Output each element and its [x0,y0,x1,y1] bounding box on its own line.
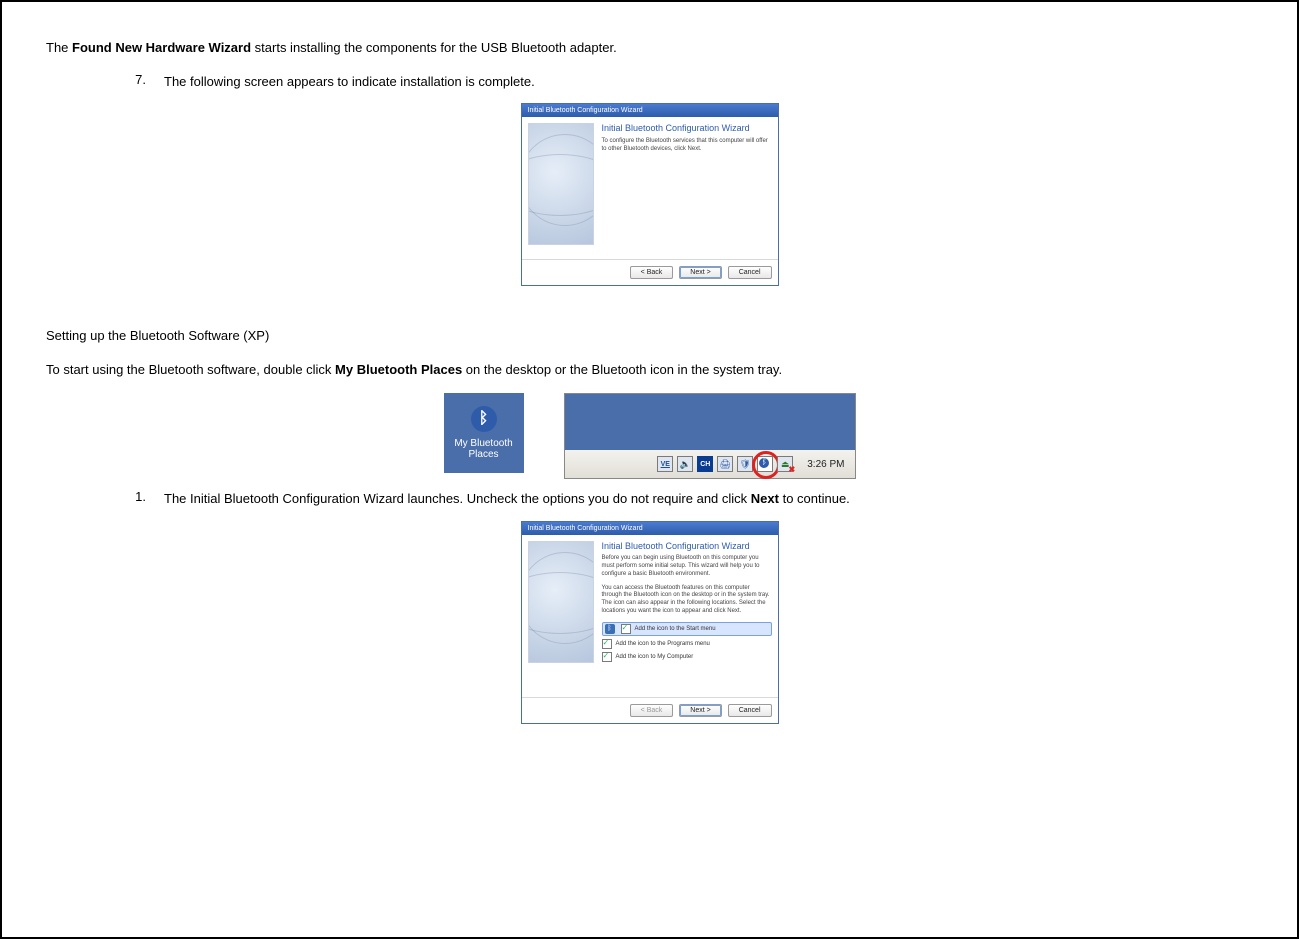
step-1-text-prefix: The Initial Bluetooth Configuration Wiza… [164,491,751,506]
intro-text-suffix: starts installing the components for the… [251,40,617,55]
section2-heading: Setting up the Bluetooth Software (XP) [46,326,1253,346]
wizard2-options: ᛒ Add the icon to the Start menu Add the… [602,622,772,662]
wizard1-cancel-button[interactable]: Cancel [728,266,772,279]
checkbox-icon[interactable] [621,624,631,634]
wizard2-graphic [528,541,594,663]
wizard1-graphic [528,123,594,245]
tray-safely-remove-icon[interactable]: ✖ [777,456,793,472]
section2-body-prefix: To start using the Bluetooth software, d… [46,362,335,377]
wizard2-next-button[interactable]: Next > [679,704,721,717]
bluetooth-icon: ᛒ [605,624,615,634]
wizard-dialog-2: Initial Bluetooth Configuration Wizard I… [521,521,779,724]
wizard2-option-my-computer[interactable]: Add the icon to My Computer [602,652,772,662]
step-7: 7. The following screen appears to indic… [46,72,1253,92]
wizard1-back-button[interactable]: < Back [630,266,674,279]
wizard1-heading: Initial Bluetooth Configuration Wizard [602,123,772,134]
wizard1-titlebar: Initial Bluetooth Configuration Wizard [522,104,778,117]
section2-body: To start using the Bluetooth software, d… [46,360,1253,380]
wizard1-subtext: To configure the Bluetooth services that… [602,138,772,154]
figure-icon-and-tray: ᛒ My Bluetooth Places VE CH ✖ 3:26 PM [46,393,1253,479]
desktop-background-strip [565,394,855,450]
bluetooth-icon: ᛒ [471,406,497,432]
checkbox-icon[interactable] [602,652,612,662]
tray-clock: 3:26 PM [807,459,844,470]
tray-lang-icon[interactable]: CH [697,456,713,472]
figure-wizard-options: Initial Bluetooth Configuration Wizard I… [46,521,1253,724]
intro-text-prefix: The [46,40,72,55]
intro-text-bold: Found New Hardware Wizard [72,40,251,55]
step-1-number: 1. [126,489,146,504]
tray-printer-icon[interactable] [717,456,733,472]
step-1-text-bold: Next [751,491,779,506]
tray-bluetooth-icon[interactable] [757,456,773,472]
wizard2-subtext-2: You can access the Bluetooth features on… [602,585,772,616]
step-7-number: 7. [126,72,146,87]
section2-body-suffix: on the desktop or the Bluetooth icon in … [462,362,782,377]
wizard2-option-2-label: Add the icon to the Programs menu [616,641,710,647]
tray-ime-icon[interactable]: VE [657,456,673,472]
desktop-icon-label: My Bluetooth Places [454,438,512,460]
section2-body-bold: My Bluetooth Places [335,362,462,377]
tray-security-icon[interactable] [737,456,753,472]
wizard2-option-programs-menu[interactable]: Add the icon to the Programs menu [602,639,772,649]
step-1-text: The Initial Bluetooth Configuration Wiza… [164,489,1253,509]
wizard2-heading: Initial Bluetooth Configuration Wizard [602,541,772,552]
system-tray-figure: VE CH ✖ 3:26 PM [564,393,856,479]
wizard-dialog-1: Initial Bluetooth Configuration Wizard I… [521,103,779,286]
wizard2-option-1-label: Add the icon to the Start menu [635,626,716,632]
figure-wizard-complete: Initial Bluetooth Configuration Wizard I… [46,103,1253,286]
step-1-text-suffix: to continue. [779,491,850,506]
wizard2-option-start-menu[interactable]: ᛒ Add the icon to the Start menu [602,622,772,636]
desktop-icon-my-bluetooth-places[interactable]: ᛒ My Bluetooth Places [444,393,524,473]
intro-paragraph: The Found New Hardware Wizard starts ins… [46,38,1253,58]
checkbox-icon[interactable] [602,639,612,649]
step-1: 1. The Initial Bluetooth Configuration W… [46,489,1253,509]
wizard2-option-3-label: Add the icon to My Computer [616,654,694,660]
wizard2-subtext-1: Before you can begin using Bluetooth on … [602,555,772,578]
taskbar-tray: VE CH ✖ 3:26 PM [565,450,855,478]
tray-volume-icon[interactable] [677,456,693,472]
wizard2-back-button: < Back [630,704,674,717]
wizard1-next-button[interactable]: Next > [679,266,721,279]
wizard2-cancel-button[interactable]: Cancel [728,704,772,717]
document-page: The Found New Hardware Wizard starts ins… [0,0,1299,939]
step-7-text: The following screen appears to indicate… [164,72,1253,92]
wizard2-titlebar: Initial Bluetooth Configuration Wizard [522,522,778,535]
